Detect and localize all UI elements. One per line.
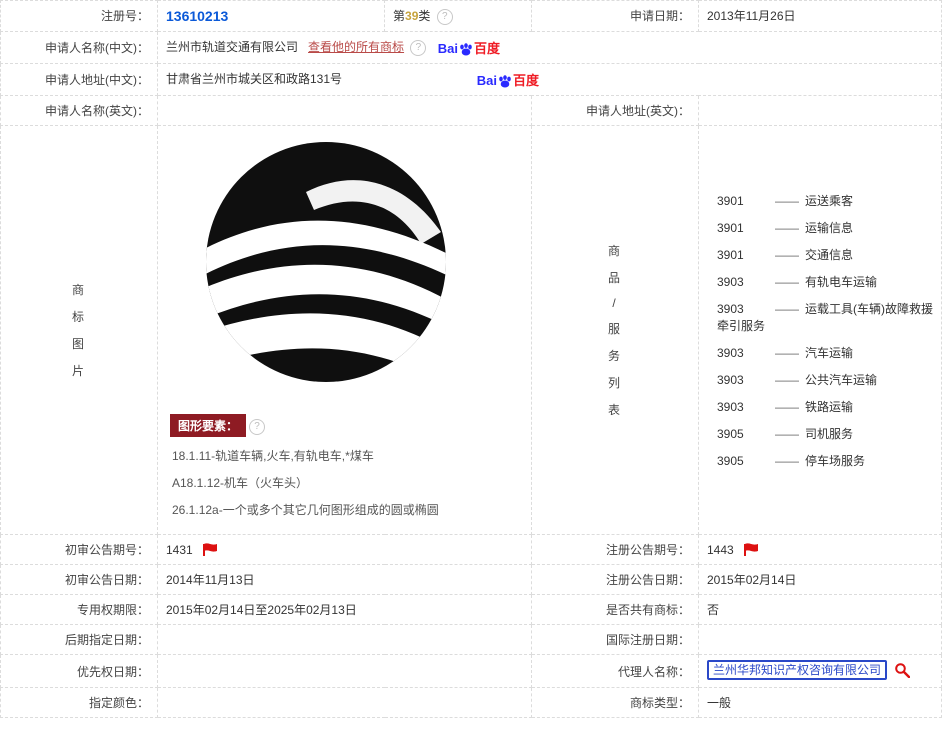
service-item: 3901——运输信息 bbox=[717, 219, 933, 236]
value-reg-pub-no: 1443 bbox=[699, 535, 942, 565]
value-agent-name: 兰州华邦知识产权咨询有限公司 bbox=[699, 655, 942, 687]
value-applicant-cn: 兰州市轨道交通有限公司 查看他的所有商标 ? Bai百度 bbox=[158, 31, 942, 63]
services-cell: 3901——运送乘客 3901——运输信息 3901——交通信息 3903——有轨电车… bbox=[699, 126, 942, 535]
gfx-item: A18.1.12-机车（火车头） bbox=[172, 474, 517, 491]
vlabel-trademark-image: 商 标 图 片 bbox=[1, 126, 158, 535]
label-reg-pub-no: 注册公告期号： bbox=[532, 535, 699, 565]
label-applicant-addr-en: 申请人地址(英文)： bbox=[532, 96, 699, 126]
vlabel-services: 商 品 / 服 务 列 表 bbox=[532, 126, 699, 535]
label-prelim-pub-no: 初审公告期号： bbox=[1, 535, 158, 565]
label-agent-name: 代理人名称： bbox=[532, 655, 699, 687]
service-item: 3903——运载工具(车辆)故障救援牵引服务 bbox=[717, 300, 933, 334]
label-tm-type: 商标类型： bbox=[532, 687, 699, 717]
label-post-designation-date: 后期指定日期： bbox=[1, 625, 158, 655]
graphic-elements-block: 图形要素：? 18.1.11-轨道车辆,火车,有轨电车,*煤车 A18.1.12… bbox=[170, 414, 519, 518]
value-applicant-en bbox=[158, 96, 532, 126]
gfx-item: 18.1.11-轨道车辆,火车,有轨电车,*煤车 bbox=[172, 447, 517, 464]
flag-icon[interactable] bbox=[202, 543, 220, 557]
label-is-shared: 是否共有商标： bbox=[532, 595, 699, 625]
help-icon[interactable]: ? bbox=[437, 9, 453, 25]
value-right-period: 2015年02月14日至2025年02月13日 bbox=[158, 595, 532, 625]
service-item: 3901——交通信息 bbox=[717, 246, 933, 263]
value-prelim-pub-no: 1431 bbox=[158, 535, 532, 565]
value-apply-date: 2013年11月26日 bbox=[699, 1, 942, 32]
label-reg-pub-date: 注册公告日期： bbox=[532, 565, 699, 595]
baidu-paw-icon bbox=[497, 75, 513, 89]
value-reg-pub-date: 2015年02月14日 bbox=[699, 565, 942, 595]
value-intl-reg-date bbox=[699, 625, 942, 655]
label-right-period: 专用权期限： bbox=[1, 595, 158, 625]
service-item: 3903——公共汽车运输 bbox=[717, 371, 933, 388]
gfx-item: 26.1.12a-一个或多个其它几何图形组成的圆或椭圆 bbox=[172, 501, 517, 518]
value-tm-type: 一般 bbox=[699, 687, 942, 717]
flag-icon[interactable] bbox=[743, 543, 761, 557]
label-prelim-pub-date: 初审公告日期： bbox=[1, 565, 158, 595]
label-applicant-en: 申请人名称(英文)： bbox=[1, 96, 158, 126]
label-apply-date: 申请日期： bbox=[532, 1, 699, 32]
graphic-elements-badge: 图形要素： bbox=[170, 414, 246, 437]
agent-name-highlight[interactable]: 兰州华邦知识产权咨询有限公司 bbox=[707, 660, 887, 680]
value-reg-no: 13610213 bbox=[158, 1, 385, 32]
value-category: 第39类 ? bbox=[385, 1, 532, 32]
value-applicant-addr-cn: 甘肃省兰州市城关区和政路131号 Bai百度 bbox=[158, 64, 942, 96]
label-applicant-cn: 申请人名称(中文)： bbox=[1, 31, 158, 63]
help-icon[interactable]: ? bbox=[410, 40, 426, 56]
value-priority-date bbox=[158, 655, 532, 687]
baidu-search-link[interactable]: Bai百度 bbox=[438, 38, 500, 57]
service-item: 3903——有轨电车运输 bbox=[717, 273, 933, 290]
trademark-detail-table: 注册号： 13610213 第39类 ? 申请日期： 2013年11月26日 申… bbox=[0, 0, 942, 718]
service-item: 3903——铁路运输 bbox=[717, 398, 933, 415]
baidu-paw-icon bbox=[458, 43, 474, 57]
service-item: 3905——司机服务 bbox=[717, 425, 933, 442]
search-icon[interactable] bbox=[894, 662, 910, 681]
label-applicant-addr-cn: 申请人地址(中文)： bbox=[1, 64, 158, 96]
label-priority-date: 优先权日期： bbox=[1, 655, 158, 687]
value-prelim-pub-date: 2014年11月13日 bbox=[158, 565, 532, 595]
label-designated-color: 指定颜色： bbox=[1, 687, 158, 717]
trademark-image-cell: 图形要素：? 18.1.11-轨道车辆,火车,有轨电车,*煤车 A18.1.12… bbox=[158, 126, 532, 535]
service-item: 3903——汽车运输 bbox=[717, 344, 933, 361]
service-item: 3901——运送乘客 bbox=[717, 192, 933, 209]
label-reg-no: 注册号： bbox=[1, 1, 158, 32]
view-all-trademarks-link[interactable]: 查看他的所有商标 bbox=[308, 40, 404, 54]
help-icon[interactable]: ? bbox=[249, 419, 265, 435]
label-intl-reg-date: 国际注册日期： bbox=[532, 625, 699, 655]
baidu-search-link[interactable]: Bai百度 bbox=[477, 70, 539, 89]
value-applicant-addr-en bbox=[699, 96, 942, 126]
value-designated-color bbox=[158, 687, 532, 717]
service-item: 3905——停车场服务 bbox=[717, 452, 933, 469]
trademark-logo bbox=[196, 132, 456, 392]
value-post-designation-date bbox=[158, 625, 532, 655]
value-is-shared: 否 bbox=[699, 595, 942, 625]
